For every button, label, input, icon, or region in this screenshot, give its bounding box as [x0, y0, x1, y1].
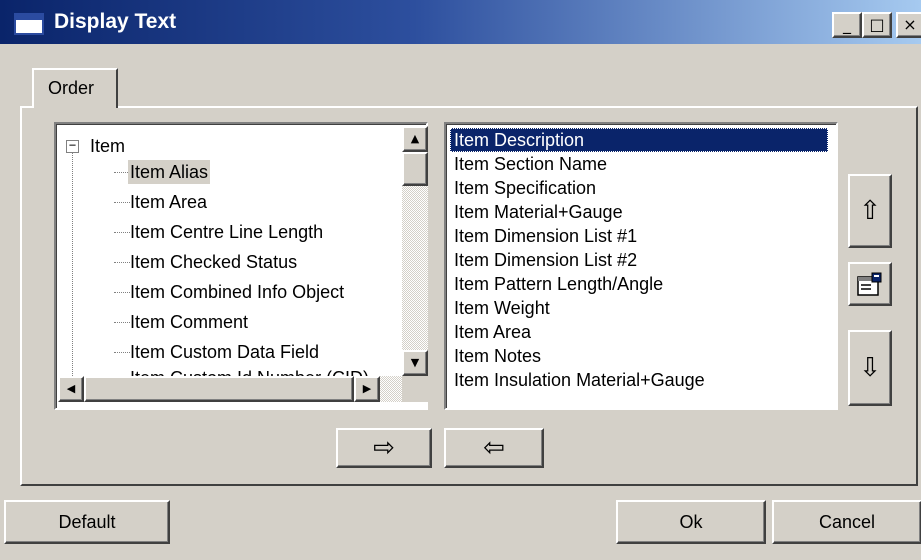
arrow-right-icon: ⇨ — [373, 433, 395, 463]
tree-connector — [114, 322, 130, 323]
arrow-up-icon: ⇧ — [859, 196, 881, 226]
tree-root-item[interactable]: Item — [90, 134, 125, 158]
maximize-button[interactable]: □ — [862, 12, 892, 38]
list-item[interactable]: Item Dimension List #2 — [450, 248, 828, 272]
list-item[interactable]: Item Pattern Length/Angle — [450, 272, 828, 296]
tree-item[interactable]: Item Centre Line Length — [130, 220, 323, 244]
tree-vertical-scrollbar[interactable]: ▲ ▼ — [402, 126, 428, 376]
list-item[interactable]: Item Insulation Material+Gauge — [450, 368, 828, 392]
list-item-selected[interactable]: Item Description — [450, 128, 828, 152]
add-field-button[interactable]: ⇨ — [336, 428, 432, 468]
list-item[interactable]: Item Dimension List #1 — [450, 224, 828, 248]
close-button[interactable]: × — [896, 12, 921, 38]
tree-item-alias[interactable]: Item Alias — [128, 160, 211, 184]
cancel-button[interactable]: Cancel — [772, 500, 921, 544]
scroll-thumb[interactable] — [402, 152, 428, 186]
tree-content: − Item Item Alias Item Area Item Centre … — [58, 126, 402, 376]
move-down-button[interactable]: ⇩ — [848, 330, 892, 406]
tree-item[interactable]: Item Custom Id Number (CID) — [130, 366, 369, 376]
tree-item[interactable]: Item Comment — [130, 310, 248, 334]
arrow-left-icon: ⇦ — [483, 433, 505, 463]
window-icon — [14, 13, 44, 35]
tab-order[interactable]: Order — [32, 68, 118, 108]
tree-item[interactable]: Item Custom Data Field — [130, 340, 319, 364]
list-item[interactable]: Item Weight — [450, 296, 828, 320]
tree-connector — [114, 352, 130, 353]
scroll-down-icon[interactable]: ▼ — [402, 350, 428, 376]
remove-field-button[interactable]: ⇦ — [444, 428, 544, 468]
properties-button[interactable] — [848, 262, 892, 306]
tree-horizontal-scrollbar[interactable]: ◀ ▶ — [58, 376, 402, 402]
tree-item[interactable]: Item Checked Status — [130, 250, 297, 274]
tree-guide-line — [72, 146, 73, 376]
tree-item[interactable]: Item Area — [130, 190, 207, 214]
properties-icon — [857, 272, 882, 296]
tree-connector — [114, 262, 130, 263]
ok-button[interactable]: Ok — [616, 500, 766, 544]
minimize-button[interactable]: _ — [832, 12, 862, 38]
list-item[interactable]: Item Notes — [450, 344, 828, 368]
collapse-icon[interactable]: − — [66, 139, 79, 153]
list-item[interactable]: Item Specification — [450, 176, 828, 200]
default-button[interactable]: Default — [4, 500, 170, 544]
list-item[interactable]: Item Area — [450, 320, 828, 344]
scroll-left-icon[interactable]: ◀ — [58, 376, 84, 402]
field-tree[interactable]: − Item Item Alias Item Area Item Centre … — [54, 122, 428, 410]
title-bar[interactable]: Display Text _ □ × — [0, 0, 921, 44]
tree-connector — [114, 292, 130, 293]
scroll-up-icon[interactable]: ▲ — [402, 126, 428, 152]
arrow-down-icon: ⇩ — [859, 353, 881, 383]
tree-connector — [114, 232, 130, 233]
list-item[interactable]: Item Section Name — [450, 152, 828, 176]
tree-item[interactable]: Item Combined Info Object — [130, 280, 344, 304]
scroll-corner — [402, 376, 428, 402]
window-title: Display Text — [54, 10, 177, 33]
list-item[interactable]: Item Material+Gauge — [450, 200, 828, 224]
tree-connector — [114, 202, 130, 203]
scroll-thumb[interactable] — [84, 376, 354, 402]
move-up-button[interactable]: ⇧ — [848, 174, 892, 248]
scroll-right-icon[interactable]: ▶ — [354, 376, 380, 402]
display-order-list[interactable]: Item Description Item Section Name Item … — [444, 122, 838, 410]
